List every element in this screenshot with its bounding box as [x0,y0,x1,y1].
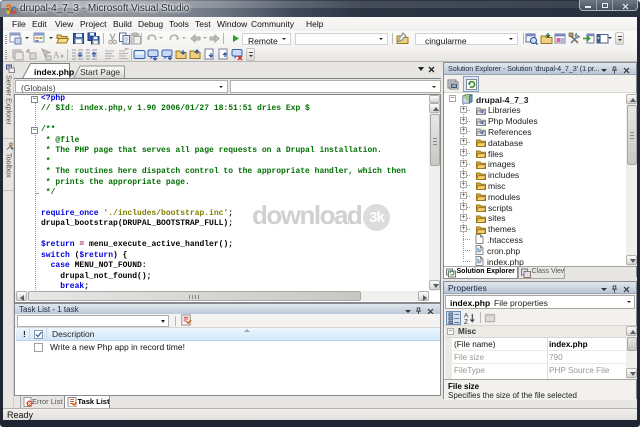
svg-text:Z: Z [464,319,468,324]
svg-text:A: A [53,50,60,60]
